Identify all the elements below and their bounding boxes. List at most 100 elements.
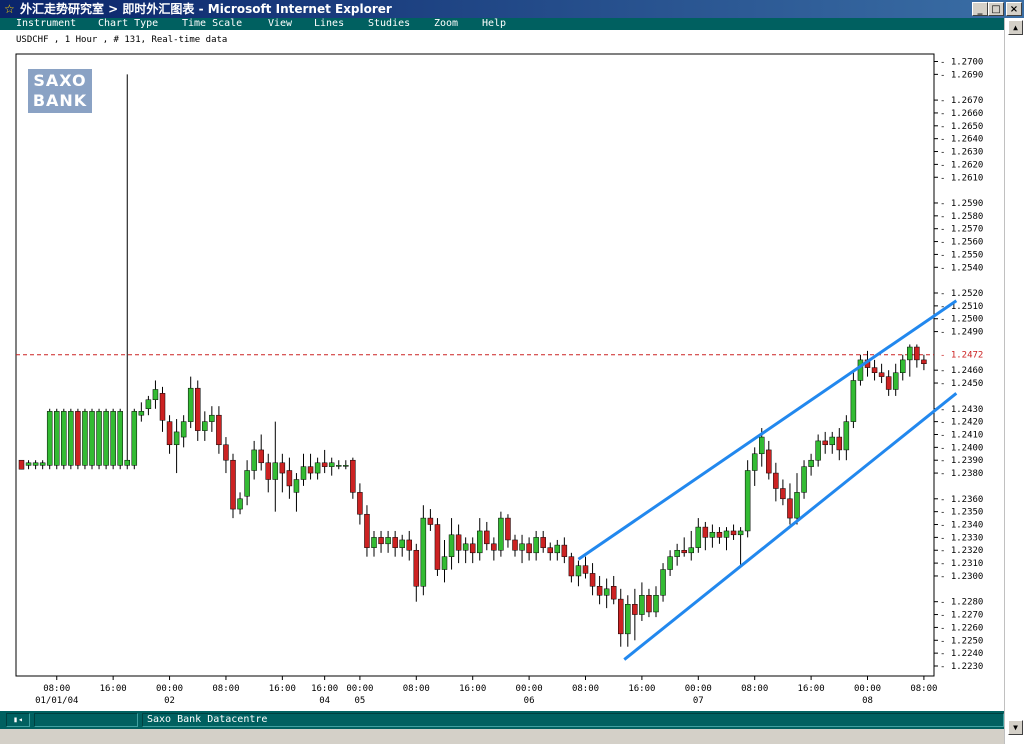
candle-body: [180, 421, 187, 438]
candle-body: [350, 459, 356, 493]
candle-body: [477, 530, 483, 554]
x-tick-sublabel-2: 02: [164, 696, 175, 706]
x-tick-label-4: 16:00: [269, 684, 296, 694]
y-tick-label-27: - 1.2360: [940, 495, 983, 505]
x-tick-label-16: 08:00: [910, 684, 937, 694]
candle-body: [646, 595, 652, 613]
close-button[interactable]: ×: [1006, 2, 1022, 16]
candle-body: [293, 479, 300, 493]
candle-body: [822, 440, 828, 446]
candle-body: [498, 517, 504, 551]
candle-body: [794, 492, 800, 519]
candle-body: [166, 421, 173, 446]
y-tick-label-22: - 1.2420: [940, 418, 983, 428]
candle-body: [216, 414, 222, 446]
x-tick-label-7: 08:00: [403, 684, 430, 694]
y-tick-label-39: - 1.2230: [940, 662, 983, 672]
candle-body: [702, 526, 709, 538]
y-tick-label-20: - 1.2450: [940, 379, 983, 389]
candle-body: [815, 440, 821, 461]
candle-body: [632, 604, 638, 615]
y-tick-label-14: - 1.2540: [940, 263, 983, 273]
candle-4: [46, 408, 53, 470]
y-tick-label-15: - 1.2520: [940, 289, 983, 299]
candle-body: [272, 462, 279, 480]
candle-body: [328, 462, 335, 467]
y-tick-label-30: - 1.2330: [940, 533, 983, 543]
candle-body: [61, 411, 67, 466]
candle-body: [744, 470, 751, 532]
candle-body: [596, 586, 603, 596]
y-tick-label-0: - 1.2700: [940, 58, 983, 68]
y-tick-label-17: - 1.2500: [940, 315, 983, 325]
candle-body: [371, 537, 377, 548]
scroll-down-icon[interactable]: ▼: [1008, 720, 1023, 735]
candle-12: [103, 408, 109, 470]
y-tick-label-21: - 1.2430: [940, 405, 983, 415]
candle-body: [420, 517, 427, 587]
x-tick-label-11: 16:00: [628, 684, 655, 694]
logo-line-2: BANK: [32, 91, 88, 110]
y-tick-label-12: - 1.2560: [940, 238, 983, 248]
candlestick-chart[interactable]: - 1.2700 - 1.2690 - 1.2670 - 1.2660 - 1.2650…: [0, 0, 1004, 711]
candle-body: [406, 539, 412, 551]
candle-body: [68, 411, 74, 466]
candle-body: [674, 549, 680, 557]
candle-body: [766, 449, 772, 474]
x-tick-label-10: 08:00: [572, 684, 599, 694]
y-tick-label-2: - 1.2670: [940, 96, 983, 106]
applet-icon[interactable]: ▮◂: [6, 713, 30, 727]
y-tick-label-35: - 1.2270: [940, 611, 983, 621]
candle-body: [399, 539, 405, 548]
y-tick-label-6: - 1.2630: [940, 148, 983, 158]
candle-body: [857, 359, 864, 381]
y-axis: - 1.2700 - 1.2690 - 1.2670 - 1.2660 - 1.2650…: [934, 58, 983, 672]
candle-body: [751, 453, 758, 471]
x-tick-label-8: 16:00: [459, 684, 486, 694]
candle-body: [251, 449, 257, 471]
x-tick-label-13: 08:00: [741, 684, 768, 694]
candle-body: [75, 411, 81, 466]
x-tick-label-15: 00:00: [854, 684, 881, 694]
candle-body: [773, 472, 779, 489]
vertical-scrollbar[interactable]: ▲ ▼: [1004, 18, 1024, 744]
x-tick-sublabel-0: 01/01/04: [35, 696, 78, 706]
candle-57: [420, 505, 427, 596]
candle-body: [300, 466, 307, 480]
candle-body: [279, 462, 286, 474]
candle-body: [582, 565, 589, 574]
candle-body: [286, 470, 293, 487]
candle-body: [547, 547, 553, 554]
candle-body: [780, 488, 786, 500]
candle-body: [265, 462, 271, 480]
candle-body: [455, 534, 462, 551]
candle-body: [392, 537, 398, 548]
candle-body: [892, 372, 899, 390]
candle-body: [173, 431, 180, 446]
y-tick-label-34: - 1.2280: [940, 598, 983, 608]
candle-body: [237, 498, 243, 510]
candle-body: [18, 459, 25, 470]
candle-body: [914, 346, 920, 361]
candle-body: [512, 539, 518, 551]
candle-body: [836, 436, 843, 451]
candle-0: [18, 459, 25, 470]
candle-9: [82, 408, 88, 470]
x-tick-sublabel-12: 07: [693, 696, 704, 706]
x-tick-label-0: 08:00: [43, 684, 70, 694]
candle-body: [385, 537, 391, 545]
candle-body: [850, 380, 857, 422]
x-tick-sublabel-5: 04: [319, 696, 330, 706]
candle-body: [441, 556, 448, 570]
horizontal-scrollbar[interactable]: [0, 729, 1004, 744]
candle-body: [54, 411, 60, 466]
status-blank-cell: [34, 713, 138, 727]
candle-body: [484, 530, 490, 545]
scroll-up-icon[interactable]: ▲: [1008, 20, 1023, 35]
candle-body: [843, 421, 850, 451]
x-tick-label-9: 00:00: [516, 684, 543, 694]
y-tick-label-7: - 1.2620: [940, 160, 983, 170]
candle-body: [737, 530, 744, 536]
candle-body: [871, 367, 878, 374]
candle-body: [82, 411, 88, 466]
